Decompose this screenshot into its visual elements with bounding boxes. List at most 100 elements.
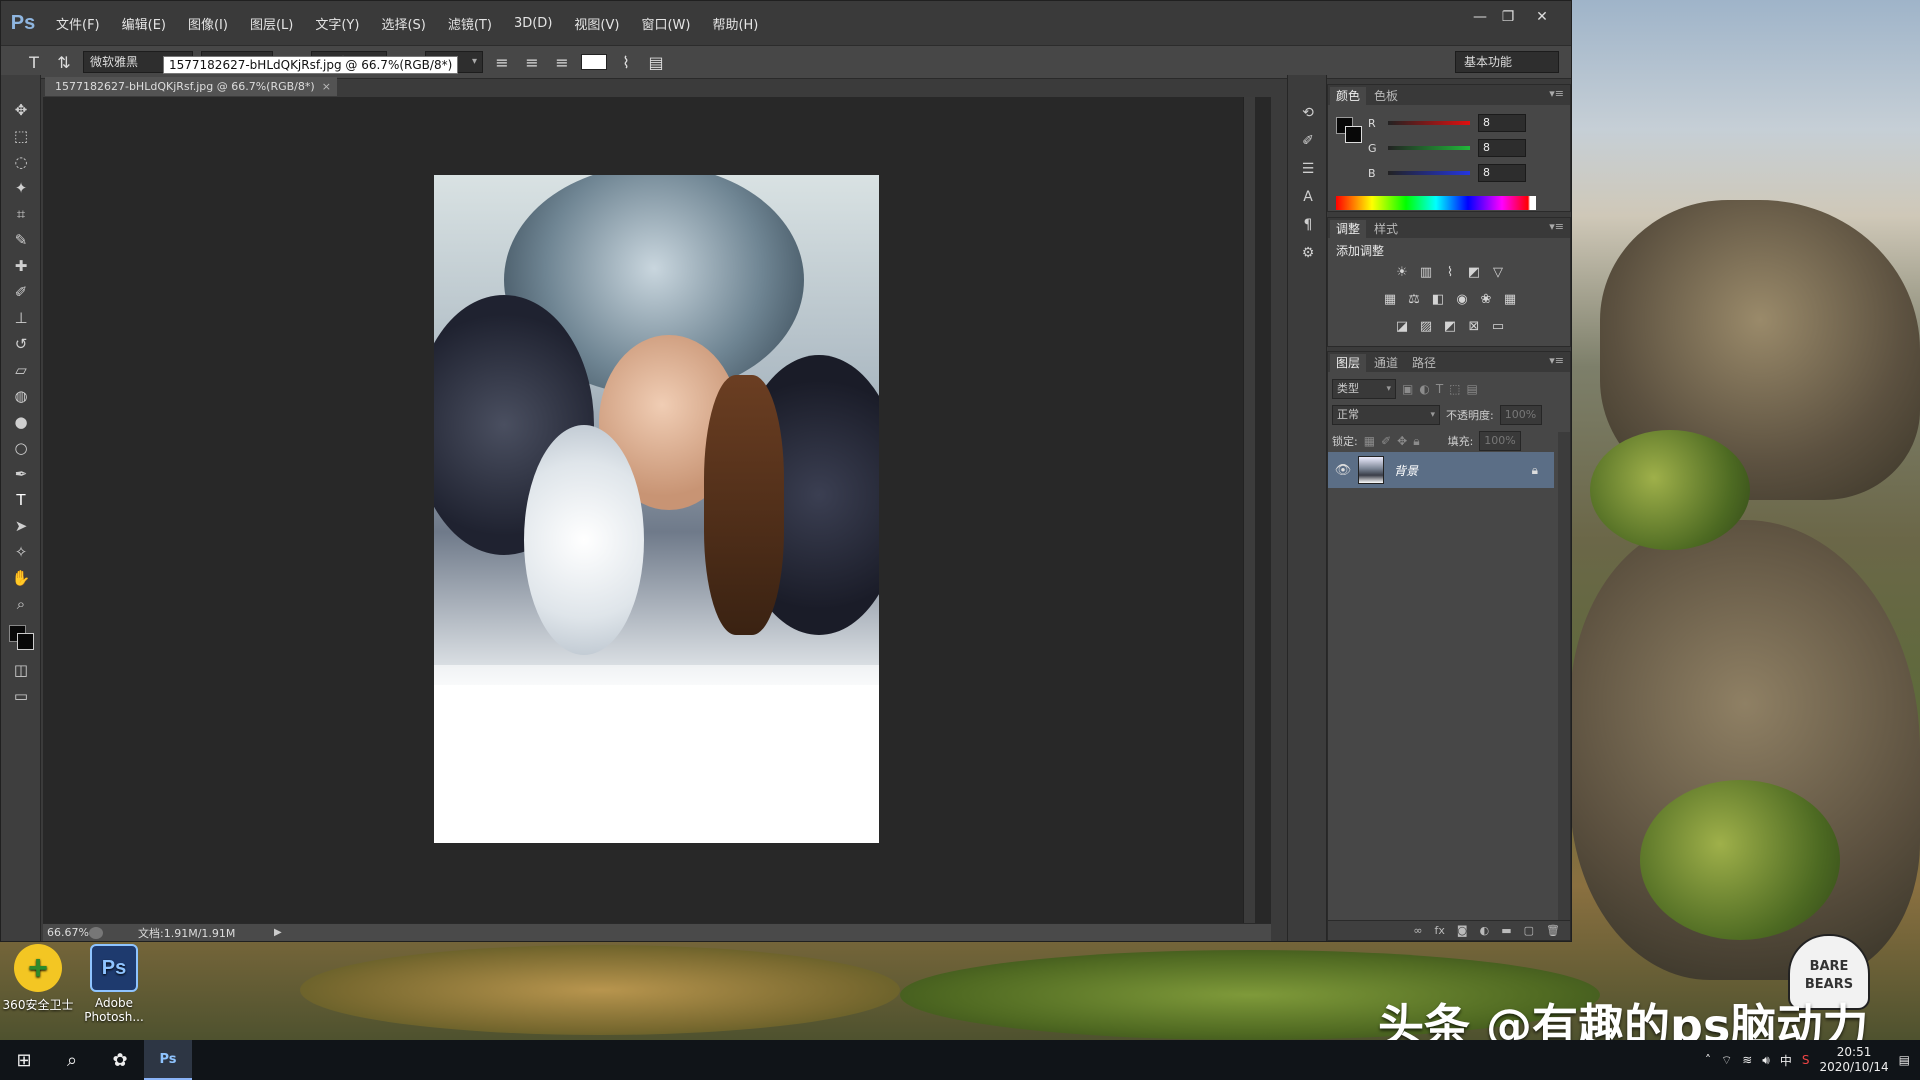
channel-b-value[interactable]: 8	[1478, 164, 1526, 182]
marquee-tool-icon[interactable]: ⬚	[1, 123, 41, 149]
eyedropper-tool-icon[interactable]: ✎	[1, 227, 41, 253]
panel-menu-icon[interactable]: ▾≡	[1549, 354, 1564, 367]
pen-tool-icon[interactable]: ✒	[1, 461, 41, 487]
tray-expand-icon[interactable]: ˄	[1705, 1053, 1711, 1067]
paint-bucket-icon[interactable]: ◍	[1, 383, 41, 409]
new-group-icon[interactable]: ▬	[1501, 924, 1511, 937]
filter-pixel-icon[interactable]: ▣	[1402, 382, 1413, 396]
channel-b-slider[interactable]	[1388, 171, 1470, 175]
notifications-icon[interactable]: ▤	[1899, 1053, 1910, 1067]
posterize-icon[interactable]: ▨	[1417, 318, 1435, 336]
type-tool-icon[interactable]: T	[23, 53, 45, 72]
lock-all-icon[interactable]: 🔒︎	[1413, 434, 1419, 449]
wifi-icon[interactable]: ≋	[1742, 1053, 1752, 1067]
properties-panel-icon[interactable]: ☰	[1288, 155, 1328, 183]
network-icon[interactable]: ⌔	[1721, 1053, 1732, 1068]
menu-window[interactable]: 窗口(W)	[630, 14, 701, 33]
ime-indicator[interactable]: 中	[1780, 1052, 1792, 1069]
menu-filter[interactable]: 滤镜(T)	[437, 14, 503, 33]
hue-saturation-icon[interactable]: ▦	[1381, 291, 1399, 309]
character-panel-icon[interactable]: ▤	[645, 53, 667, 72]
magic-wand-tool-icon[interactable]: ✦	[1, 175, 41, 201]
invert-icon[interactable]: ◪	[1393, 318, 1411, 336]
fill-field[interactable]: 100%	[1479, 431, 1522, 451]
align-center-icon[interactable]: ≡	[521, 53, 543, 72]
tab-layers[interactable]: 图层	[1330, 354, 1367, 372]
add-mask-icon[interactable]: ◙	[1457, 924, 1468, 937]
layer-style-icon[interactable]: fx	[1435, 924, 1445, 937]
vibrance-icon[interactable]: ▽	[1489, 264, 1507, 282]
document-canvas[interactable]	[434, 175, 879, 843]
new-adjustment-icon[interactable]: ◐	[1480, 924, 1490, 937]
new-layer-icon[interactable]: ▢	[1524, 924, 1534, 937]
layer-kind-filter[interactable]: 类型	[1332, 379, 1396, 399]
quick-mask-icon[interactable]: ◫	[1, 657, 41, 683]
zoom-level[interactable]: 66.67%	[43, 926, 89, 939]
canvas-scrollbar[interactable]	[1243, 97, 1255, 923]
menu-view[interactable]: 视图(V)	[563, 14, 630, 33]
channel-g-slider[interactable]	[1388, 146, 1470, 150]
character-panel-icon[interactable]: A	[1288, 183, 1328, 211]
layers-scrollbar[interactable]	[1558, 432, 1570, 920]
type-tool-icon[interactable]: T	[1, 487, 41, 513]
volume-icon[interactable]: 🔊︎	[1762, 1053, 1770, 1068]
blur-tool-icon[interactable]: ●	[1, 409, 41, 435]
healing-tool-icon[interactable]: ✚	[1, 253, 41, 279]
search-icon[interactable]: ⌕	[48, 1040, 96, 1080]
opacity-field[interactable]: 100%	[1499, 405, 1542, 425]
path-select-icon[interactable]: ➤	[1, 513, 41, 539]
filter-shape-icon[interactable]: ⬚	[1449, 382, 1460, 396]
align-right-icon[interactable]: ≡	[551, 53, 573, 72]
filter-smart-icon[interactable]: ▤	[1467, 382, 1478, 396]
warp-text-icon[interactable]: ⌇	[615, 53, 637, 72]
close-button[interactable]: ✕	[1529, 7, 1555, 27]
screen-mode-icon[interactable]: ▭	[1, 683, 41, 709]
delete-layer-icon[interactable]: 🗑︎	[1546, 924, 1560, 937]
paragraph-panel-icon[interactable]: ¶	[1288, 211, 1328, 239]
layer-row-background[interactable]: 👁︎ 背景 🔒︎	[1328, 452, 1554, 488]
history-brush-icon[interactable]: ↺	[1, 331, 41, 357]
tab-adjustments[interactable]: 调整	[1330, 220, 1367, 238]
desktop-icon-360[interactable]: + 360安全卫士	[0, 944, 76, 1013]
tab-color[interactable]: 颜色	[1330, 87, 1367, 105]
color-fg-bg[interactable]	[1336, 117, 1366, 147]
task-view-icon[interactable]: ✿	[96, 1040, 144, 1080]
filter-type-icon[interactable]: T	[1436, 382, 1443, 396]
menu-edit[interactable]: 编辑(E)	[111, 14, 177, 33]
history-panel-icon[interactable]: ⟲	[1288, 99, 1328, 127]
text-orientation-icon[interactable]: ⇅	[53, 53, 75, 72]
color-lookup-icon[interactable]: ▦	[1501, 291, 1519, 309]
crop-tool-icon[interactable]: ⌗	[1, 201, 41, 227]
black-white-icon[interactable]: ◧	[1429, 291, 1447, 309]
brush-panel-icon[interactable]: ✐	[1288, 127, 1328, 155]
clock[interactable]: 20:51 2020/10/14	[1819, 1045, 1888, 1075]
close-tab-icon[interactable]: ×	[322, 77, 331, 96]
brush-tool-icon[interactable]: ✐	[1, 279, 41, 305]
color-spectrum[interactable]	[1336, 196, 1536, 210]
lock-pixels-icon[interactable]: ✐	[1381, 434, 1391, 448]
menu-select[interactable]: 选择(S)	[370, 14, 436, 33]
menu-image[interactable]: 图像(I)	[177, 14, 239, 33]
channel-r-value[interactable]: 8	[1478, 114, 1526, 132]
hand-tool-icon[interactable]: ✋	[1, 565, 41, 591]
foreground-background-colors[interactable]	[1, 617, 41, 657]
menu-3d[interactable]: 3D(D)	[503, 16, 563, 31]
background-color-swatch[interactable]	[17, 633, 34, 650]
exposure-icon[interactable]: ◩	[1465, 264, 1483, 282]
status-info-icon[interactable]	[89, 926, 103, 939]
tab-styles[interactable]: 样式	[1368, 220, 1404, 238]
align-left-icon[interactable]: ≡	[491, 53, 513, 72]
channel-mixer-icon[interactable]: ❀	[1477, 291, 1495, 309]
tab-channels[interactable]: 通道	[1368, 354, 1404, 372]
status-menu-arrow-icon[interactable]: ▶	[274, 927, 282, 938]
stamp-tool-icon[interactable]: ⊥	[1, 305, 41, 331]
selective-color-icon[interactable]: ⊠	[1465, 318, 1483, 336]
levels-icon[interactable]: ▥	[1417, 264, 1435, 282]
curves-icon[interactable]: ⌇	[1441, 264, 1459, 282]
panel-menu-icon[interactable]: ▾≡	[1549, 220, 1564, 233]
shape-tool-icon[interactable]: ✧	[1, 539, 41, 565]
minimize-button[interactable]: —	[1467, 7, 1493, 27]
panel-menu-icon[interactable]: ▾≡	[1549, 87, 1564, 100]
menu-type[interactable]: 文字(Y)	[304, 14, 370, 33]
windows-start-icon[interactable]: ⊞	[0, 1040, 48, 1080]
